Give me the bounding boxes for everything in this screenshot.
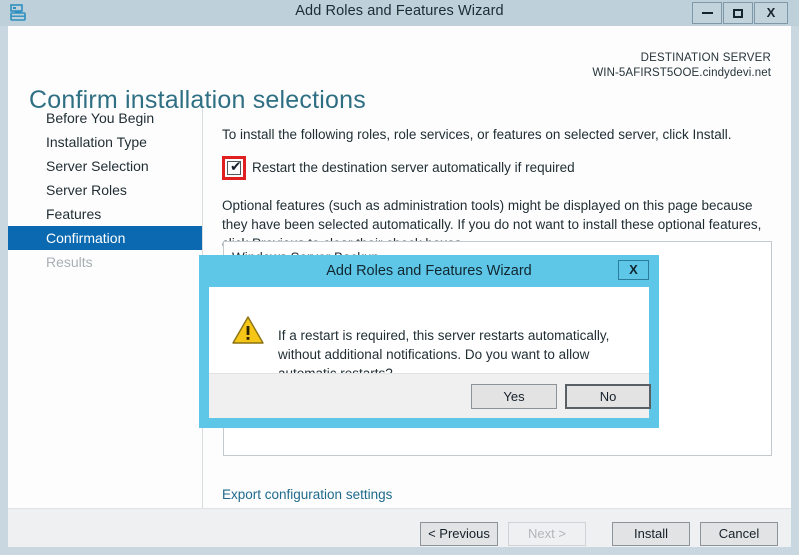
previous-button[interactable]: < Previous — [420, 522, 498, 546]
close-button[interactable]: X — [754, 2, 788, 24]
dialog-yes-button[interactable]: Yes — [471, 384, 557, 409]
dialog-no-button[interactable]: No — [565, 384, 651, 409]
sidebar-item-installation-type[interactable]: Installation Type — [8, 130, 202, 154]
dialog-button-bar: Yes No — [209, 373, 649, 418]
sidebar-item-before-you-begin[interactable]: Before You Begin — [8, 106, 202, 130]
dialog-body: If a restart is required, this server re… — [209, 287, 649, 418]
sidebar-item-results: Results — [8, 250, 202, 274]
minimize-button[interactable] — [692, 2, 722, 24]
cancel-button[interactable]: Cancel — [700, 522, 778, 546]
sidebar-item-server-roles[interactable]: Server Roles — [8, 178, 202, 202]
wizard-window: Add Roles and Features Wizard X Confirm … — [0, 0, 799, 555]
maximize-icon — [733, 9, 743, 18]
checkmark-icon: ✔ — [230, 160, 242, 174]
destination-server-block: DESTINATION SERVER WIN-5AFIRST5OOE.cindy… — [592, 51, 771, 81]
destination-server-name: WIN-5AFIRST5OOE.cindydevi.net — [592, 66, 771, 81]
dialog-message-area: If a restart is required, this server re… — [209, 287, 649, 373]
window-title: Add Roles and Features Wizard — [0, 3, 799, 19]
wizard-footer: < Previous Next > Install Cancel — [8, 509, 791, 547]
destination-server-label: DESTINATION SERVER — [592, 51, 771, 66]
window-titlebar: Add Roles and Features Wizard X — [0, 0, 799, 26]
next-button: Next > — [508, 522, 586, 546]
dialog-close-button[interactable]: X — [618, 260, 649, 280]
install-button[interactable]: Install — [612, 522, 690, 546]
restart-checkbox-label[interactable]: Restart the destination server automatic… — [252, 159, 575, 177]
sidebar-item-server-selection[interactable]: Server Selection — [8, 154, 202, 178]
intro-text: To install the following roles, role ser… — [222, 127, 731, 142]
export-configuration-settings-link[interactable]: Export configuration settings — [222, 485, 416, 504]
sidebar-item-confirmation[interactable]: Confirmation — [8, 226, 202, 250]
sidebar-item-features[interactable]: Features — [8, 202, 202, 226]
minimize-icon — [702, 12, 713, 14]
wizard-step-nav: Before You Begin Installation Type Serve… — [8, 106, 202, 521]
restart-checkbox[interactable]: ✔ — [227, 161, 241, 175]
confirm-restart-dialog: Add Roles and Features Wizard X If a res… — [199, 255, 659, 428]
dialog-title: Add Roles and Features Wizard — [199, 263, 659, 279]
warning-triangle-icon — [232, 315, 264, 345]
maximize-button[interactable] — [723, 2, 753, 24]
